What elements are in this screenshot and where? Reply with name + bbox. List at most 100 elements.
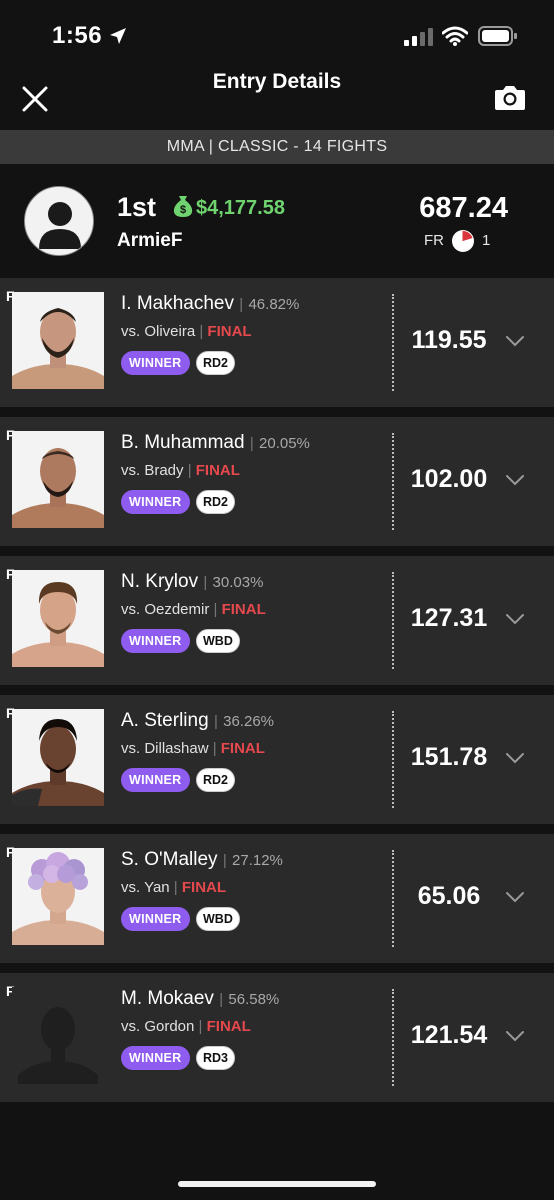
camera-button[interactable] (494, 82, 526, 112)
money-bag-icon: $ (173, 196, 193, 217)
chevron-down-icon[interactable] (505, 612, 525, 626)
round-badge: RD2 (196, 768, 236, 792)
fighter-name-line: S. O'Malley | 27.12% (121, 849, 283, 870)
svg-text:$: $ (180, 204, 186, 216)
result-badge: WINNER (121, 629, 190, 653)
entry-rank: 1st (117, 192, 157, 222)
ownership-percent: 30.03% (212, 574, 264, 591)
chevron-down-icon[interactable] (505, 1029, 525, 1043)
page-title: Entry Details (212, 70, 342, 93)
fighter-photo (12, 570, 104, 667)
fight-row[interactable]: F S. O'Malley | 27.12% vs. Yan | FINAL W… (0, 834, 554, 963)
fighter-photo (12, 292, 104, 389)
fighter-photo (12, 709, 104, 806)
matchup-line: vs. Brady | FINAL (121, 462, 240, 479)
fighter-name: I. Makhachev (121, 293, 234, 314)
entry-summary: 1st $ $4,177.58 ArmieF 687.24 FR 1 (0, 168, 554, 278)
fight-list: F I. Makhachev | 46.82% vs. Oliveira | F… (0, 278, 554, 1112)
fight-status: FINAL (220, 740, 265, 757)
round-badge: WBD (196, 629, 240, 653)
opponent: vs. Dillashaw (121, 740, 209, 757)
matchup-line: vs. Gordon | FINAL (121, 1018, 251, 1035)
chevron-down-icon[interactable] (505, 334, 525, 348)
username: ArmieF (117, 230, 183, 251)
fight-status: FINAL (206, 1018, 251, 1035)
wifi-icon (442, 26, 468, 46)
camera-icon (495, 86, 525, 110)
silhouette-placeholder-icon (12, 987, 104, 1084)
battery-icon (478, 26, 517, 46)
fight-status: FINAL (221, 601, 266, 618)
location-arrow-icon (110, 28, 126, 44)
avatar (24, 186, 94, 256)
dotted-divider (392, 572, 394, 669)
fight-status: FINAL (181, 879, 227, 896)
opponent: vs. Brady (121, 462, 184, 479)
result-badge: WINNER (121, 1046, 190, 1070)
dotted-divider (392, 433, 394, 530)
home-indicator[interactable] (178, 1181, 376, 1187)
fighter-points: 121.54 (410, 1021, 488, 1049)
ownership-percent: 27.12% (232, 852, 283, 869)
result-badge: WINNER (121, 351, 190, 375)
fighter-name-line: N. Krylov | 30.03% (121, 571, 264, 592)
opponent: vs. Gordon (121, 1018, 195, 1035)
opponent: vs. Oezdemir (121, 601, 210, 618)
result-badge: WINNER (121, 768, 190, 792)
fighter-name: M. Mokaev (121, 988, 214, 1009)
fighter-points: 127.31 (410, 604, 488, 632)
header: Entry Details (0, 60, 554, 130)
dotted-divider (392, 294, 394, 391)
dotted-divider (392, 989, 394, 1086)
fighter-name-line: I. Makhachev | 46.82% (121, 293, 300, 314)
fighter-photo (12, 848, 104, 945)
fighter-points: 119.55 (411, 326, 487, 354)
fight-row[interactable]: F A. Sterling | 36.26% vs. Dillashaw | F… (0, 695, 554, 824)
chevron-down-icon[interactable] (505, 751, 525, 765)
ownership-percent: 56.58% (228, 991, 280, 1008)
round-badge: RD3 (196, 1046, 236, 1070)
ownership-percent: 20.05% (259, 435, 310, 452)
winnings-amount: $4,177.58 (196, 197, 285, 219)
opponent: vs. Yan (121, 879, 170, 896)
fighter-name-line: B. Muhammad | 20.05% (121, 432, 310, 453)
user-silhouette-icon (39, 202, 81, 249)
fighter-points: 102.00 (410, 465, 488, 493)
round-badge: RD2 (196, 490, 236, 514)
fighter-points: 65.06 (417, 882, 481, 910)
fight-row[interactable]: F B. Muhammad | 20.05% vs. Brady | FINAL… (0, 417, 554, 546)
chevron-down-icon[interactable] (505, 890, 525, 904)
matchup-line: vs. Yan | FINAL (121, 879, 227, 896)
fighter-photo (12, 987, 104, 1084)
fr-label: FR (424, 232, 444, 249)
fight-row[interactable]: F M. Mokaev | 56.58% vs. Gordon | FINAL … (0, 973, 554, 1102)
fighter-name: S. O'Malley (121, 849, 218, 870)
fight-status: FINAL (195, 462, 240, 479)
fighter-name: B. Muhammad (121, 432, 245, 453)
dotted-divider (392, 850, 394, 947)
matchup-line: vs. Dillashaw | FINAL (121, 740, 265, 757)
cellular-signal-icon (404, 28, 433, 46)
timer-clock-icon (452, 230, 474, 252)
result-badge: WINNER (121, 490, 190, 514)
opponent: vs. Oliveira (121, 323, 196, 340)
round-badge: WBD (196, 907, 240, 931)
ownership-percent: 36.26% (223, 713, 274, 730)
fight-status: FINAL (207, 323, 252, 340)
matchup-line: vs. Oliveira | FINAL (121, 323, 252, 340)
dotted-divider (392, 711, 394, 808)
fighter-name: A. Sterling (121, 710, 209, 731)
round-badge: RD2 (196, 351, 236, 375)
fighter-name: N. Krylov (121, 571, 199, 592)
fr-count: 1 (482, 232, 491, 249)
fight-row[interactable]: F N. Krylov | 30.03% vs. Oezdemir | FINA… (0, 556, 554, 685)
result-badge: WINNER (121, 907, 190, 931)
fighter-points: 151.78 (410, 743, 488, 771)
contest-info-bar: MMA | CLASSIC - 14 FIGHTS (0, 130, 554, 164)
chevron-down-icon[interactable] (505, 473, 525, 487)
status-time: 1:56 (52, 22, 103, 49)
fight-row[interactable]: F I. Makhachev | 46.82% vs. Oliveira | F… (0, 278, 554, 407)
fighter-name-line: M. Mokaev | 56.58% (121, 988, 280, 1009)
matchup-line: vs. Oezdemir | FINAL (121, 601, 266, 618)
total-score: 687.24 (419, 192, 508, 224)
